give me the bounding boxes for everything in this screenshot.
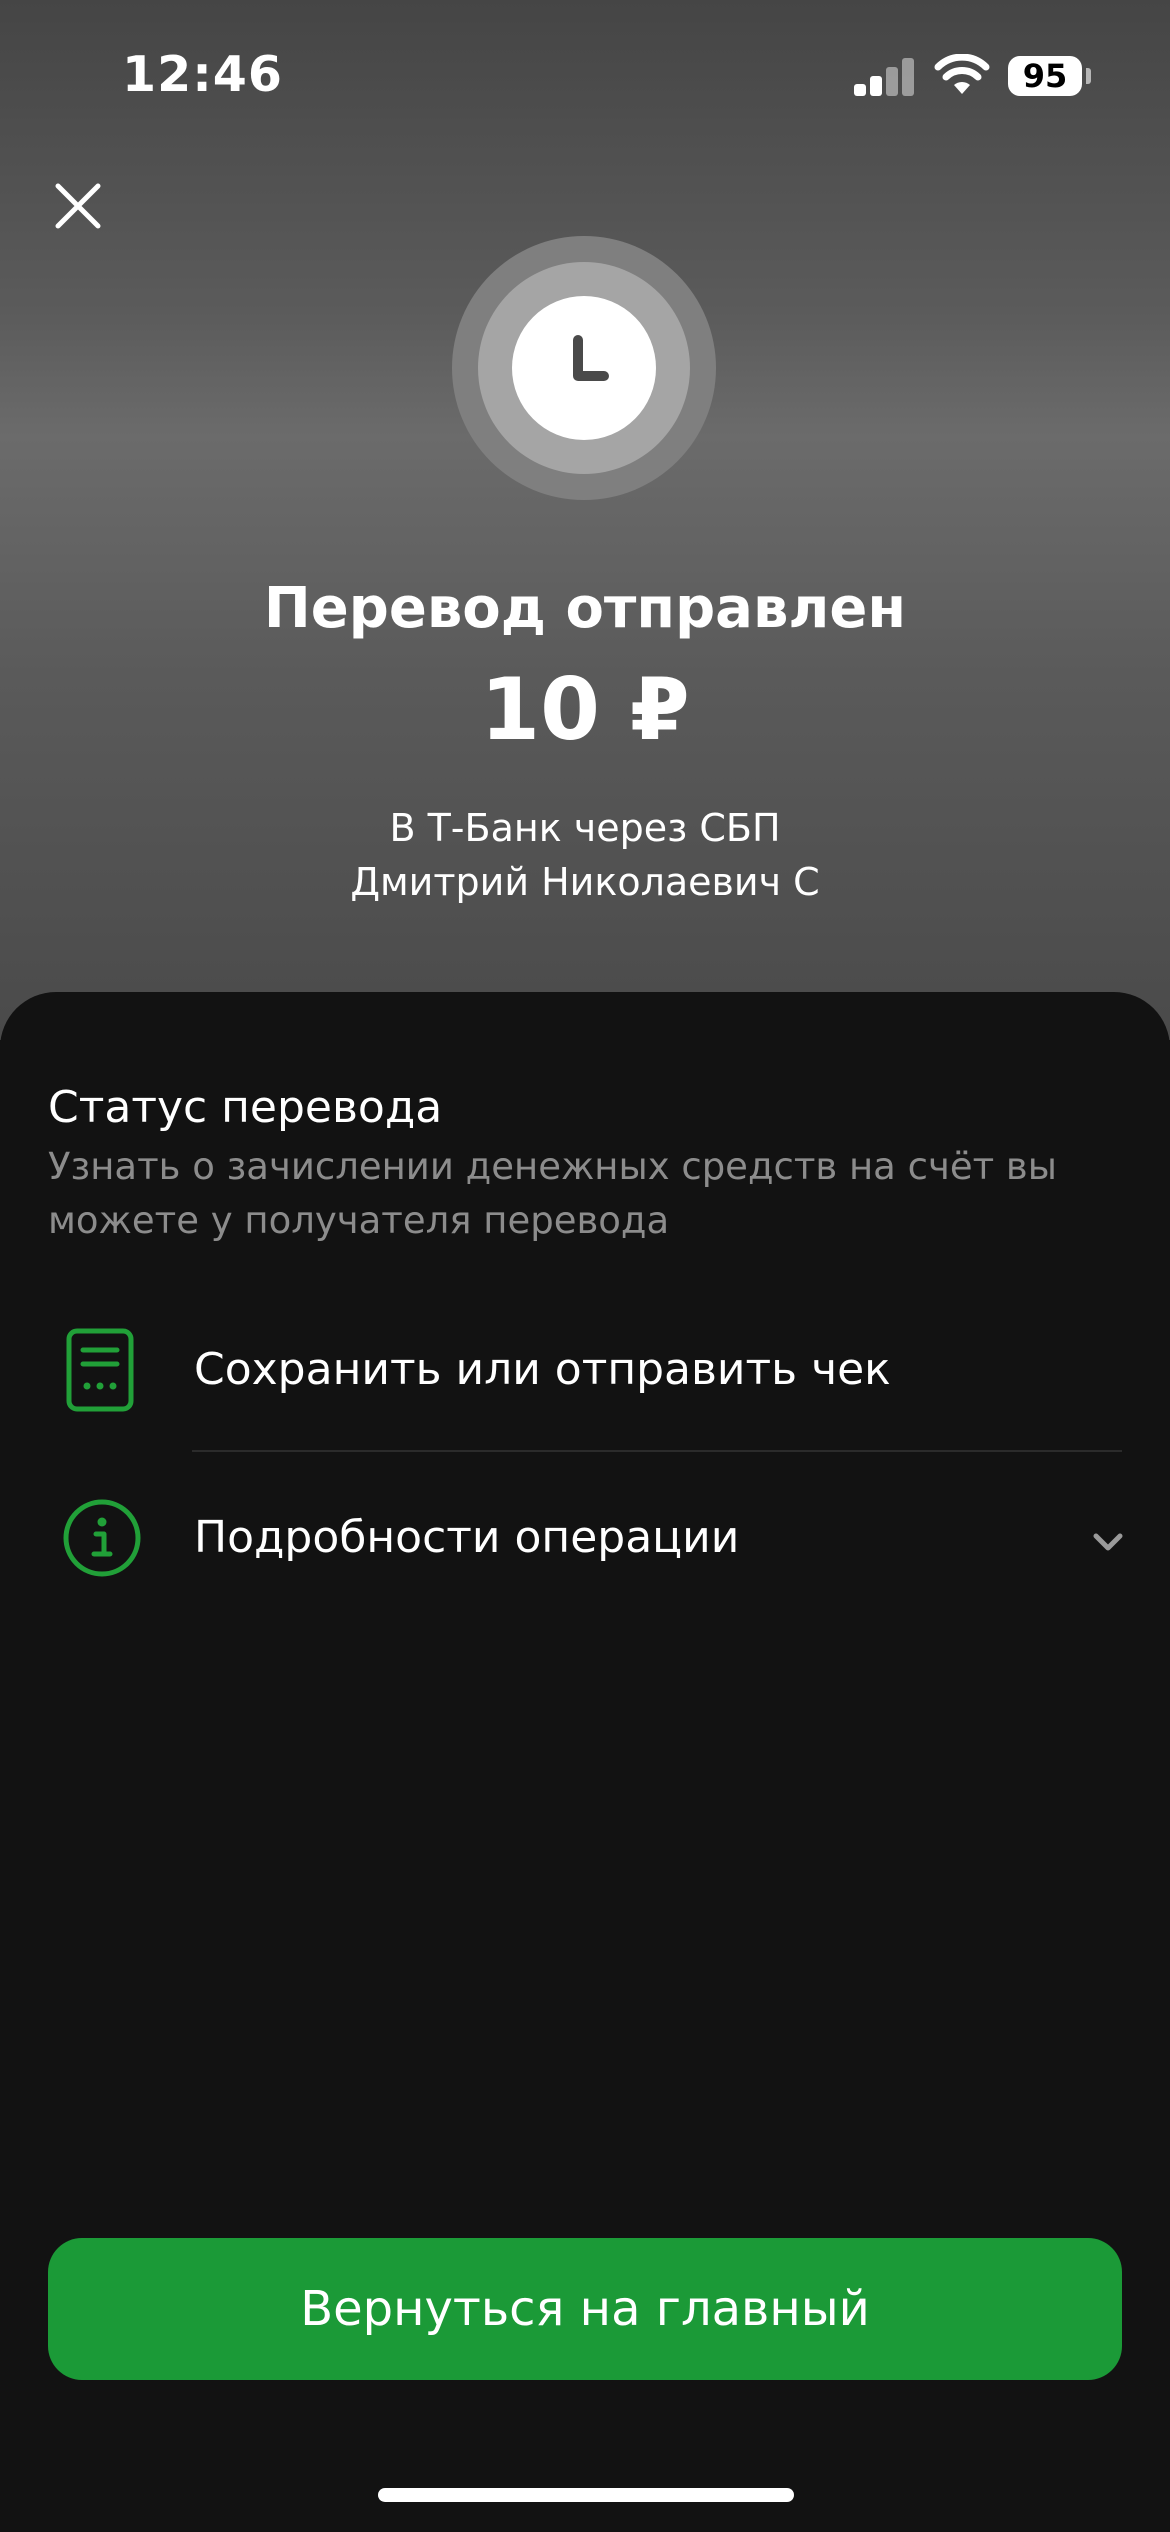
status-time: 12:46	[122, 46, 283, 103]
operation-details-row[interactable]: Подробности операции	[0, 1460, 1170, 1620]
transfer-destination: В Т-Банк через СБП	[389, 806, 781, 850]
recipient-name: Дмитрий Николаевич С	[350, 860, 820, 904]
info-icon	[63, 1499, 141, 1577]
row-divider	[192, 1450, 1122, 1452]
clock-icon	[573, 335, 609, 381]
save-receipt-row[interactable]: Сохранить или отправить чек	[0, 1290, 1170, 1450]
battery-icon: 95	[1008, 56, 1082, 96]
chevron-down-icon[interactable]	[1090, 1524, 1126, 1560]
return-home-button[interactable]: Вернуться на главный	[48, 2238, 1122, 2380]
receipt-icon	[66, 1328, 134, 1412]
battery-cap	[1086, 68, 1091, 84]
close-icon[interactable]	[50, 178, 106, 234]
transfer-amount: 10 ₽	[480, 660, 690, 760]
transfer-status-heading: Статус перевода	[48, 1082, 443, 1133]
save-receipt-label: Сохранить или отправить чек	[194, 1344, 891, 1395]
transfer-status-title: Перевод отправлен	[263, 576, 907, 641]
wifi-icon	[934, 54, 990, 94]
status-bar: 12:46 95	[0, 0, 1170, 150]
operation-details-label: Подробности операции	[194, 1512, 740, 1563]
home-indicator	[378, 2488, 794, 2502]
battery-level: 95	[1022, 57, 1068, 95]
transfer-status-description: Узнать о зачислении денежных средств на …	[48, 1145, 1057, 1242]
cellular-signal-icon	[854, 56, 916, 96]
